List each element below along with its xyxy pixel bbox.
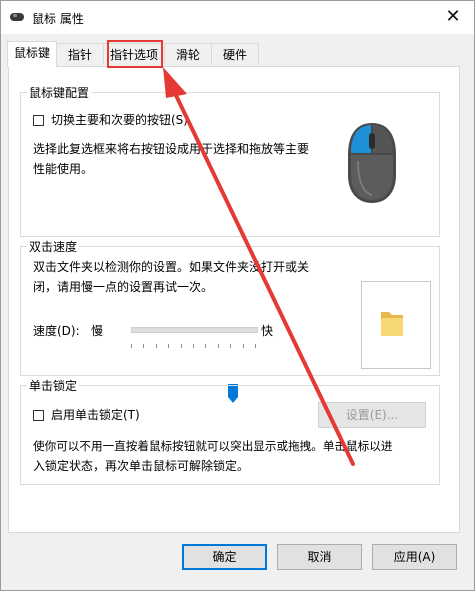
- tab-buttons[interactable]: 鼠标键: [7, 41, 57, 67]
- red-arrow-annotation: [163, 67, 355, 466]
- mouse-properties-window: 鼠标 属性 ✕ 鼠标键 指针 指针选项 滑轮 硬件 鼠标键配置 切换主要和次要的…: [0, 0, 475, 591]
